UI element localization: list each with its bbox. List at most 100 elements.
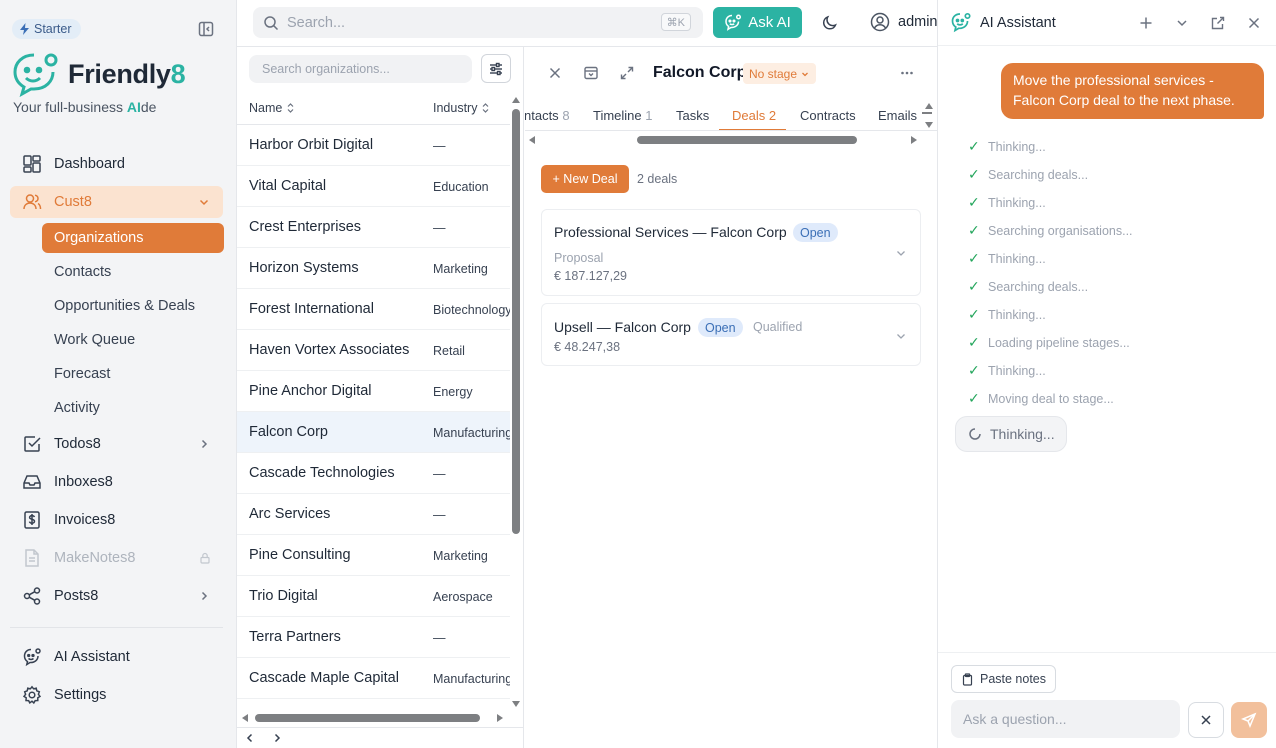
ask-ai-button[interactable]: Ask AI [713,7,802,38]
nav-sub-forecast[interactable]: Forecast [42,359,224,389]
archive-icon[interactable] [583,65,599,81]
external-link-icon[interactable] [1210,15,1226,31]
table-row[interactable]: Arc Services — [237,494,510,535]
nav-settings[interactable]: Settings [10,679,223,711]
chevron-down-icon[interactable] [894,246,908,260]
deal-card[interactable]: Professional Services — Falcon Corp Open… [541,209,921,296]
tabs-scroll-up[interactable] [925,103,933,109]
sidebar-collapse-icon[interactable] [198,21,214,37]
nav-ai-assistant[interactable]: AI Assistant [10,641,223,673]
org-list-vertical-scrollbar[interactable] [511,97,521,707]
table-row[interactable]: Trio Digital Aerospace [237,576,510,617]
nav-sub-activity[interactable]: Activity [42,393,224,423]
check-icon: ✓ [968,306,980,322]
close-icon[interactable] [1246,15,1262,31]
nav-todos8-label: Todos8 [54,436,101,452]
thinking-indicator: Thinking... [955,416,1067,452]
chevron-left-icon[interactable] [243,731,257,745]
org-name: Cascade Technologies [249,465,395,481]
nav-dashboard[interactable]: Dashboard [10,148,223,180]
deal-card[interactable]: Upsell — Falcon Corp Open Qualified € 48… [541,303,921,366]
tabs-scroll-down[interactable] [925,122,933,128]
nav-sub-work-queue[interactable]: Work Queue [42,325,224,355]
nav-todos8[interactable]: Todos8 [10,428,223,460]
tab-contracts[interactable]: Contracts [800,108,856,123]
table-row[interactable]: Forest International Biotechnology [237,289,510,330]
table-row[interactable]: Harbor Orbit Digital — [237,125,510,166]
nav-posts8[interactable]: Posts8 [10,580,223,612]
org-industry: Manufacturing [433,426,510,440]
ai-step: ✓ Thinking... [968,194,1046,211]
org-industry: Education [433,180,489,194]
tab-tasks[interactable]: Tasks [676,108,709,123]
org-list-horizontal-scrollbar[interactable] [242,713,507,723]
global-search-input[interactable]: Search... ⌘K [253,7,703,38]
table-row[interactable]: Terra Partners — [237,617,510,658]
expand-icon[interactable] [619,65,635,81]
col-industry-header[interactable]: Industry [433,101,490,115]
nav-sub-contacts[interactable]: Contacts [42,257,224,287]
ai-step-label: Loading pipeline stages... [988,335,1130,350]
nav-cust8[interactable]: Cust8 [10,186,223,218]
brand-name: Friendly8 [68,58,186,89]
table-row[interactable]: Cascade Technologies — [237,453,510,494]
ai-question-input[interactable]: Ask a question... [951,700,1180,738]
chevron-right-icon [197,437,211,451]
tab-timeline[interactable]: Timeline 1 [593,108,653,123]
more-horizontal-icon[interactable] [899,65,915,81]
organization-detail-panel: Falcon Corp No stage ntacts 8 Timeline 1… [525,47,937,748]
nav-inboxes8[interactable]: Inboxes8 [10,466,223,498]
org-name: Arc Services [249,506,331,522]
brand-logo[interactable]: Friendly8 [12,51,186,97]
tab-emails[interactable]: Emails [878,108,917,123]
chevron-right-icon[interactable] [270,731,284,745]
send-button[interactable] [1231,702,1267,738]
new-deal-button[interactable]: + New Deal [541,165,629,193]
check-icon: ✓ [968,334,980,350]
table-row[interactable]: Horizon Systems Marketing [237,248,510,289]
nav-invoices8[interactable]: Invoices8 [10,504,223,536]
ai-assistant-icon [22,647,42,667]
tabs-horizontal-scrollbar[interactable] [529,135,919,145]
org-name: Harbor Orbit Digital [249,137,374,153]
tab-deals[interactable]: Deals 2 [732,108,776,123]
tabs-scroll-thumb[interactable] [922,112,932,114]
chevron-down-icon[interactable] [894,329,908,343]
table-row[interactable]: Vital Capital Education [237,166,510,207]
dark-mode-moon-icon[interactable] [822,15,838,31]
table-row[interactable]: Pine Anchor Digital Energy [237,371,510,412]
tab-contacts[interactable]: ntacts 8 [525,108,570,123]
ai-step: ✓ Thinking... [968,306,1046,323]
col-name-header[interactable]: Name [249,101,295,115]
check-icon: ✓ [968,138,980,154]
sort-icon [286,102,295,114]
close-icon[interactable] [547,65,563,81]
plan-badge[interactable]: Starter [12,19,81,39]
ai-step: ✓ Searching deals... [968,166,1088,183]
thinking-label: Thinking... [990,426,1055,442]
nav-sub-organizations[interactable]: Organizations [42,223,224,253]
user-menu[interactable]: admin [870,12,938,32]
table-row[interactable]: Crest Enterprises — [237,207,510,248]
global-search-placeholder: Search... [287,14,346,31]
table-row[interactable]: Cascade Maple Capital Manufacturing [237,658,510,699]
stage-dropdown[interactable]: No stage [743,63,817,84]
shortcut-hint: ⌘K [660,13,691,31]
table-row[interactable]: Falcon Corp Manufacturing [237,412,510,453]
lock-icon [199,552,211,564]
clear-button[interactable] [1188,702,1224,738]
note-file-icon [22,548,42,568]
nav-dashboard-label: Dashboard [54,156,125,172]
table-row[interactable]: Pine Consulting Marketing [237,535,510,576]
org-search-input[interactable]: Search organizations... [249,55,472,83]
organization-title: Falcon Corp [653,64,747,81]
ai-footer-divider [938,652,1276,653]
filter-button[interactable] [481,54,511,83]
detail-tabs: ntacts 8 Timeline 1 Tasks Deals 2 Contra… [525,99,937,131]
paste-notes-button[interactable]: Paste notes [951,665,1056,693]
table-row[interactable]: Haven Vortex Associates Retail [237,330,510,371]
clipboard-icon [961,672,974,686]
nav-sub-opportunities-deals[interactable]: Opportunities & Deals [42,291,224,321]
plus-icon[interactable] [1138,15,1154,31]
chevron-down-icon[interactable] [1174,15,1190,31]
